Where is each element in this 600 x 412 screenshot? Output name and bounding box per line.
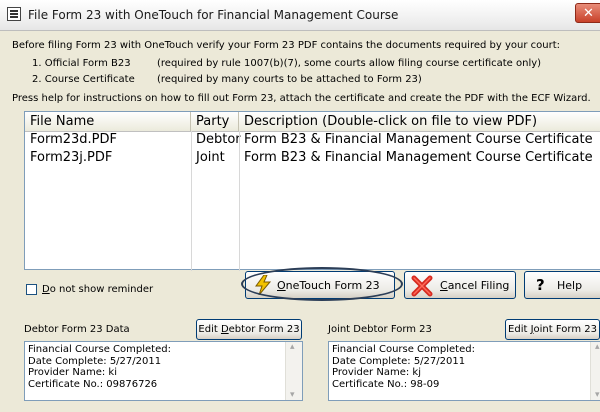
debtor-certificate-no: Certificate No.: 09876726 (28, 378, 158, 390)
close-button[interactable]: ✕ (575, 3, 600, 23)
cell-file-name: Form23j.PDF (30, 150, 113, 165)
red-x-icon (411, 275, 433, 300)
column-header-description[interactable]: Description (Double-click on file to vie… (239, 112, 600, 131)
edit-debtor-form23-button[interactable]: Edit Debtor Form 23 (196, 319, 302, 340)
edit-joint-label-text: oint Form 23 (533, 324, 597, 335)
cancel-label-text: ancel Filing (447, 279, 510, 292)
question-mark-icon: ? (536, 276, 545, 294)
window-title: File Form 23 with OneTouch for Financial… (28, 8, 399, 22)
debtor-section-label: Debtor Form 23 Data (24, 324, 130, 335)
intro-text: Before filing Form 23 with OneTouch veri… (12, 40, 560, 51)
do-not-show-reminder-label[interactable]: Do not show reminder (42, 284, 153, 295)
cell-description: Form B23 & Financial Management Course C… (244, 150, 593, 165)
joint-data-text: Financial Course Completed: Date Complet… (332, 344, 475, 390)
joint-provider-name: Provider Name: kj (332, 367, 421, 378)
column-header-file-name[interactable]: File Name (25, 112, 191, 131)
edit-joint-prefix: Edit (508, 324, 531, 335)
column-divider (191, 131, 192, 271)
title-bar[interactable]: File Form 23 with OneTouch for Financial… (0, 0, 600, 31)
requirement-2-title: 2. Course Certificate (32, 74, 135, 85)
help-instructions: Press help for instructions on how to fi… (12, 93, 591, 104)
reminder-label-text: o not show reminder (49, 284, 154, 295)
column-header-party[interactable]: Party (191, 112, 239, 131)
joint-date-complete: Date Complete: 5/27/2011 (332, 355, 466, 367)
requirement-1-title: 1. Official Form B23 (32, 58, 131, 69)
cancel-filing-label: Cancel Filing (440, 279, 509, 292)
joint-section-label: Joint Debtor Form 23 (328, 324, 432, 335)
debtor-provider-name: Provider Name: ki (28, 367, 117, 378)
files-listview[interactable]: File Name Party Description (Double-clic… (24, 111, 600, 271)
debtor-data-text: Financial Course Completed: Date Complet… (28, 344, 171, 390)
debtor-memo-scrollbar[interactable] (285, 342, 302, 400)
cell-party: Joint (196, 150, 225, 165)
table-row[interactable]: Form23d.PDF Debtor Form B23 & Financial … (25, 132, 600, 149)
debtor-course-completed: Financial Course Completed: (28, 344, 171, 355)
cancel-filing-button[interactable]: Cancel Filing (404, 271, 516, 299)
dialog-window: File Form 23 with OneTouch for Financial… (0, 0, 600, 412)
app-icon (7, 7, 21, 21)
table-row[interactable]: Form23j.PDF Joint Form B23 & Financial M… (25, 150, 600, 167)
joint-certificate-no: Certificate No.: 98-09 (332, 378, 440, 390)
joint-course-completed: Financial Course Completed: (332, 344, 475, 355)
joint-memo-scrollbar[interactable] (590, 342, 600, 400)
help-button[interactable]: ? Help (524, 271, 600, 299)
edit-debtor-label-text: ebtor Form 23 (228, 324, 300, 335)
edit-debtor-hotkey: D (220, 324, 229, 335)
do-not-show-reminder-checkbox[interactable] (26, 284, 37, 295)
requirement-1-note: (required by rule 1007(b)(7), some court… (157, 58, 542, 69)
edit-debtor-prefix: Edit (198, 324, 221, 335)
reminder-hotkey: D (42, 284, 50, 295)
cell-file-name: Form23d.PDF (30, 132, 118, 147)
listview-header: File Name Party Description (Double-clic… (25, 112, 600, 132)
cell-description: Form B23 & Financial Management Course C… (244, 132, 593, 147)
edit-joint-form23-button[interactable]: Edit Joint Form 23 (505, 319, 600, 340)
help-label: Help (557, 279, 583, 292)
debtor-date-complete: Date Complete: 5/27/2011 (28, 355, 162, 367)
cell-party: Debtor (196, 132, 241, 147)
cancel-hotkey: C (440, 279, 448, 292)
column-divider (239, 131, 240, 271)
debtor-data-memo[interactable]: Financial Course Completed: Date Complet… (24, 341, 303, 401)
joint-data-memo[interactable]: Financial Course Completed: Date Complet… (328, 341, 600, 401)
highlight-oval (241, 267, 403, 301)
requirement-2-note: (required by many courts to be attached … (157, 74, 422, 85)
